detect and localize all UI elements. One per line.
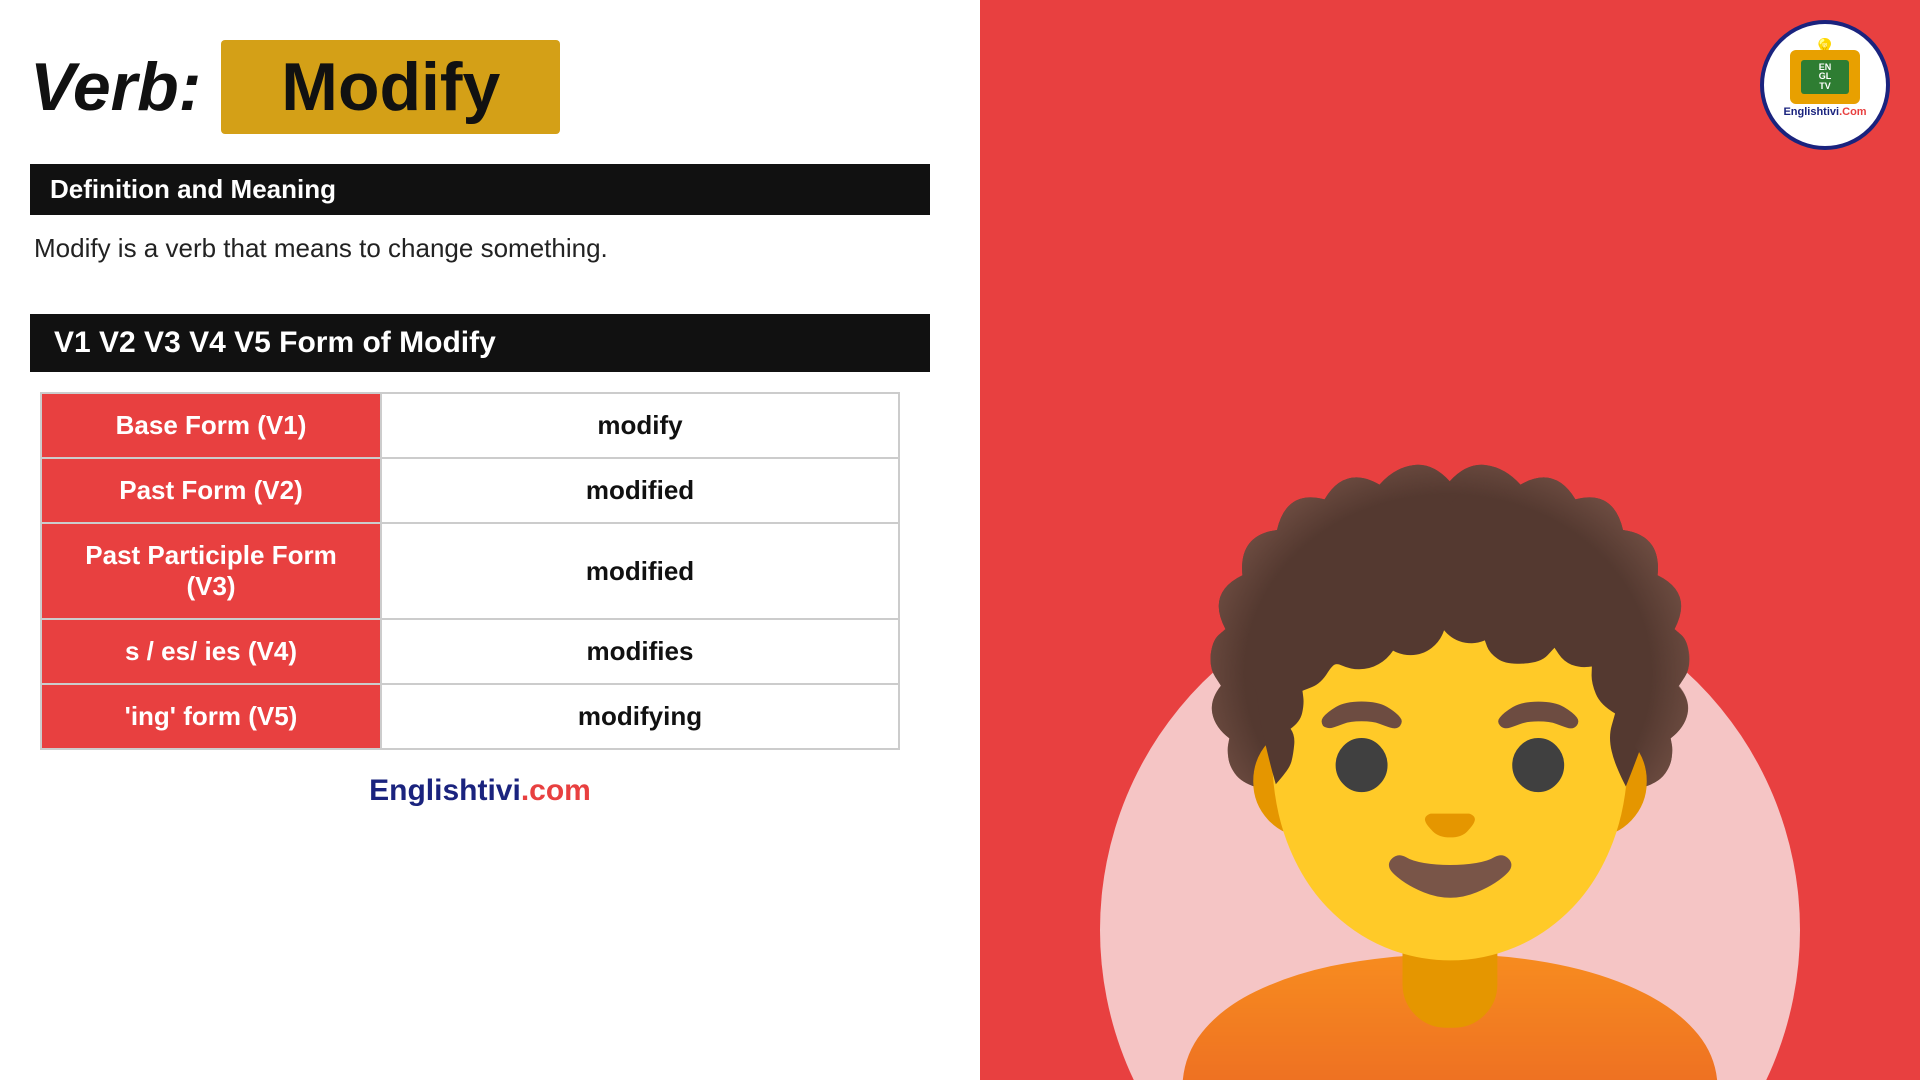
person-illustration: 🧑‍🦱: [1089, 500, 1811, 1080]
form-value-cell: modifies: [381, 619, 899, 684]
verb-label: Verb:: [30, 48, 201, 126]
form-value-cell: modifying: [381, 684, 899, 749]
logo-brand-blue: Englishtivi: [1783, 106, 1839, 118]
brand-text-red: .com: [521, 774, 591, 807]
logo-brand-red: .Com: [1839, 106, 1867, 118]
table-row: Base Form (V1)modify: [41, 393, 899, 458]
form-value-cell: modified: [381, 523, 899, 619]
forms-heading: V1 V2 V3 V4 V5 Form of Modify: [54, 326, 496, 359]
form-label-cell: Past Participle Form (V3): [41, 523, 381, 619]
form-value-cell: modify: [381, 393, 899, 458]
logo-circle: 💡 ENGLTV Englishtivi.Com: [1760, 20, 1890, 150]
form-label-cell: Past Form (V2): [41, 458, 381, 523]
logo-inner: 💡 ENGLTV Englishtivi.Com: [1783, 50, 1866, 119]
left-panel: Verb: Modify Definition and Meaning Modi…: [0, 0, 980, 1080]
verb-forms-table: Base Form (V1)modifyPast Form (V2)modifi…: [40, 392, 900, 750]
definition-heading: Definition and Meaning: [50, 174, 336, 204]
word-box: Modify: [221, 40, 560, 134]
table-row: Past Form (V2)modified: [41, 458, 899, 523]
brand-text-blue: Englishtivi: [369, 774, 521, 807]
logo-tv-text: ENGLTV: [1819, 63, 1832, 93]
form-label-cell: s / es/ ies (V4): [41, 619, 381, 684]
table-row: 'ing' form (V5)modifying: [41, 684, 899, 749]
table-row: s / es/ ies (V4)modifies: [41, 619, 899, 684]
logo-tv-screen: ENGLTV: [1801, 60, 1849, 94]
right-panel: 💡 ENGLTV Englishtivi.Com 🧑‍🦱: [980, 0, 1920, 1080]
footer-brand: Englishtivi.com: [30, 774, 930, 808]
form-value-cell: modified: [381, 458, 899, 523]
logo-tv: ENGLTV: [1790, 50, 1860, 104]
form-label-cell: Base Form (V1): [41, 393, 381, 458]
table-row: Past Participle Form (V3)modified: [41, 523, 899, 619]
word-title: Modify: [281, 49, 500, 125]
person-area: 🧑‍🦱: [980, 0, 1920, 1080]
form-label-cell: 'ing' form (V5): [41, 684, 381, 749]
logo-brand-text: Englishtivi.Com: [1783, 106, 1866, 119]
definition-header-box: Definition and Meaning: [30, 164, 930, 215]
title-row: Verb: Modify: [30, 40, 930, 134]
definition-text: Modify is a verb that means to change so…: [30, 233, 930, 264]
forms-header-box: V1 V2 V3 V4 V5 Form of Modify: [30, 314, 930, 372]
